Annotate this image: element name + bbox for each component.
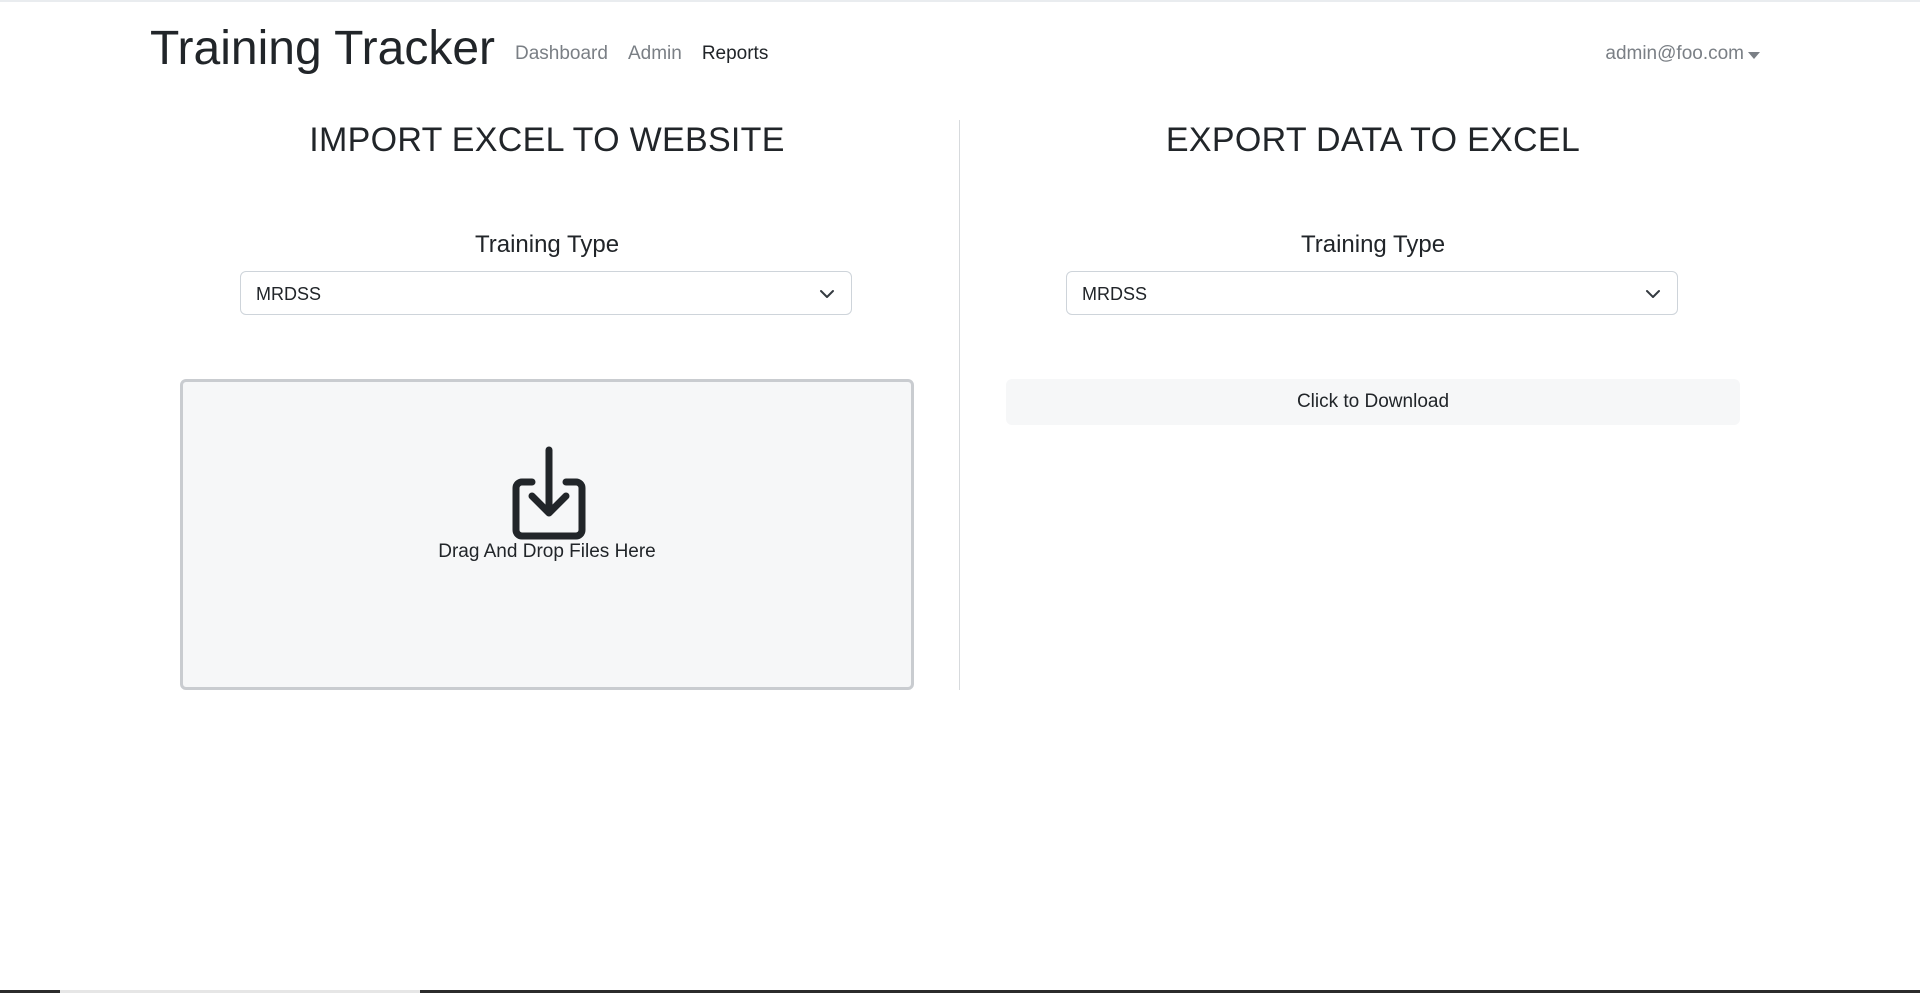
export-select-value: MRDSS [1082,284,1148,304]
export-section-title: EXPORT DATA TO EXCEL [1165,121,1581,159]
import-section-title: IMPORT EXCEL TO WEBSITE [309,121,785,159]
user-email: admin@foo.com [1605,43,1744,64]
chevron-down-icon [820,290,834,298]
nav-links: Dashboard Admin Reports [515,42,768,66]
file-dropzone[interactable]: Drag And Drop Files Here [180,379,914,690]
dropzone-label: Drag And Drop Files Here [438,541,656,562]
export-training-type-select[interactable]: MRDSS [1066,271,1678,315]
column-divider [959,120,960,690]
import-training-type-label: Training Type [474,231,620,258]
nav-link-dashboard[interactable]: Dashboard [515,42,608,66]
nav-link-admin[interactable]: Admin [628,42,682,66]
app-title[interactable]: Training Tracker [150,20,495,78]
nav-link-reports[interactable]: Reports [702,42,769,66]
download-button[interactable]: Click to Download [1006,379,1740,425]
caret-down-icon [1748,51,1760,59]
import-select-value: MRDSS [256,284,322,304]
download-box-icon [512,446,586,540]
import-training-type-select[interactable]: MRDSS [240,271,852,315]
import-section: IMPORT EXCEL TO WEBSITE Training Type MR… [167,120,927,690]
navbar: Training Tracker Dashboard Admin Reports… [0,2,1920,102]
user-menu-dropdown[interactable]: admin@foo.com [1605,42,1760,66]
chevron-down-icon [1646,290,1660,298]
page: Training Tracker Dashboard Admin Reports… [0,0,1920,993]
export-section: EXPORT DATA TO EXCEL Training Type MRDSS… [993,120,1753,425]
export-training-type-label: Training Type [1300,231,1446,258]
